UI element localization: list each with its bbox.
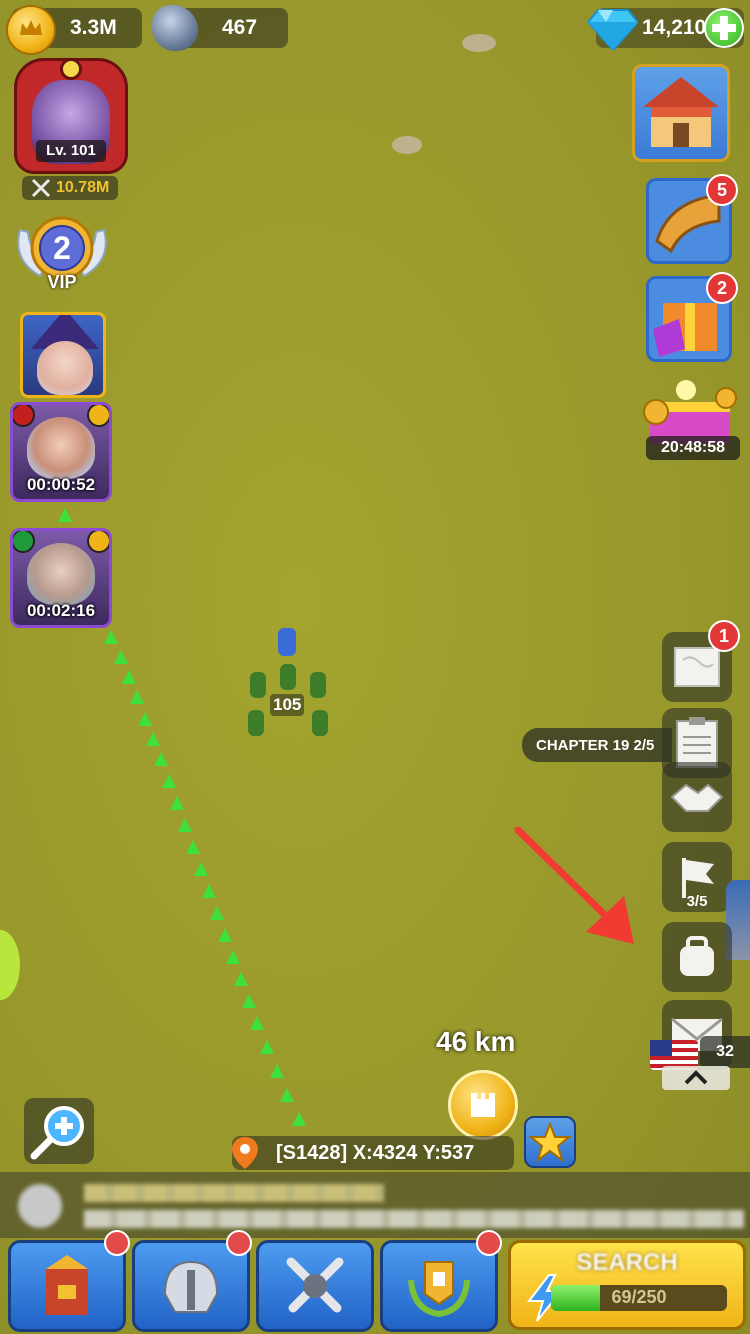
trail-arrow (170, 796, 184, 810)
troop-soldier (280, 664, 296, 690)
trail-arrow (162, 774, 176, 788)
chat-line-1 (84, 1184, 384, 1202)
bookmark-button[interactable] (524, 1116, 576, 1168)
chevron-up-icon (684, 1070, 708, 1085)
stamina-text: 69/250 (611, 1287, 667, 1307)
handshake-icon (670, 783, 724, 812)
trail-arrow (138, 712, 152, 726)
troop-leader (278, 628, 296, 656)
trail-arrow (218, 928, 232, 942)
helmet-icon (163, 1260, 219, 1313)
trail-arrow (194, 862, 208, 876)
army-troop[interactable]: 105 (240, 624, 336, 744)
search-button[interactable]: SEARCH 69/250 (508, 1240, 746, 1330)
location-pin-icon (232, 1137, 258, 1169)
troop-soldier (248, 710, 264, 736)
tab-alliance[interactable] (380, 1240, 498, 1332)
trail-arrow (122, 670, 136, 684)
castle-banner-icon (46, 1255, 88, 1315)
distance-label: 46 km (436, 1026, 516, 1057)
heroes-notification (226, 1230, 252, 1256)
stamina-bar: 69/250 (551, 1285, 727, 1311)
quest-badge: 5 (706, 174, 738, 206)
sale-badge: 2 (706, 272, 738, 304)
flag-count: 3/5 (686, 893, 708, 910)
chat-strip[interactable] (0, 1172, 750, 1238)
rally-flag-button[interactable]: 3/5 (662, 842, 732, 912)
alliance-button[interactable] (662, 762, 732, 832)
coordinates-bar[interactable]: [S1428] X:4324 Y:537 (232, 1136, 514, 1170)
star-icon (528, 1121, 572, 1163)
trail-arrow (104, 630, 118, 644)
trail-arrow (260, 1040, 274, 1054)
trail-arrow (202, 884, 216, 898)
trail-arrow (178, 818, 192, 832)
hint-arrow-icon (514, 826, 634, 944)
trail-arrow (226, 950, 240, 964)
trail-arrow (114, 650, 128, 664)
zoom-in-button[interactable] (24, 1098, 94, 1164)
castle-notification (104, 1230, 130, 1256)
chest-timer-plate: 20:48:58 (646, 436, 740, 460)
castle-icon (471, 1093, 495, 1117)
map-rock (462, 34, 496, 52)
chat-count-pill[interactable]: 32 (700, 1036, 750, 1068)
collapse-menu-button[interactable] (662, 1066, 730, 1090)
troop-soldier (310, 672, 326, 698)
troop-soldier (250, 672, 266, 698)
trail-arrow (250, 1016, 264, 1030)
tab-battle[interactable] (256, 1240, 374, 1332)
alliance-emblem-icon (408, 1261, 470, 1318)
trail-arrow (280, 1088, 294, 1102)
trail-arrow (292, 1112, 306, 1126)
map-rock (392, 136, 422, 154)
march-trail (0, 0, 750, 1334)
map-badge: 1 (708, 620, 740, 652)
tab-castle[interactable] (8, 1240, 126, 1332)
trail-arrow (58, 508, 72, 522)
treasure-chest-button[interactable]: 20:48:58 (636, 372, 744, 462)
chapter-banner[interactable]: CHAPTER 19 2/5 (522, 728, 672, 762)
magnifier-icon (30, 1106, 84, 1160)
chat-line-2 (84, 1210, 744, 1228)
shop-button[interactable] (632, 64, 730, 162)
trail-arrow (146, 732, 160, 746)
return-home-button[interactable] (448, 1070, 518, 1140)
trail-arrow (154, 752, 168, 766)
troop-count: 105 (270, 694, 305, 716)
coordinates-text: [S1428] X:4324 Y:537 (276, 1141, 475, 1164)
shop-icon (643, 77, 719, 147)
trail-arrow (270, 1064, 284, 1078)
crossed-swords-icon (286, 1257, 344, 1313)
chapter-label: CHAPTER 19 2/5 (536, 736, 655, 754)
trail-arrow (234, 972, 248, 986)
troop-soldier (312, 710, 328, 736)
alliance-notification (476, 1230, 502, 1256)
trail-arrow (210, 906, 224, 920)
chat-avatar (18, 1184, 62, 1228)
trail-arrow (242, 994, 256, 1008)
mail-count: 32 (716, 1043, 734, 1060)
flag-canton (650, 1040, 672, 1056)
chest-timer: 20:48:58 (660, 439, 726, 456)
trail-arrow (130, 690, 144, 704)
backpack-button[interactable] (662, 922, 732, 992)
backpack-icon (680, 936, 714, 976)
trail-arrow (186, 840, 200, 854)
